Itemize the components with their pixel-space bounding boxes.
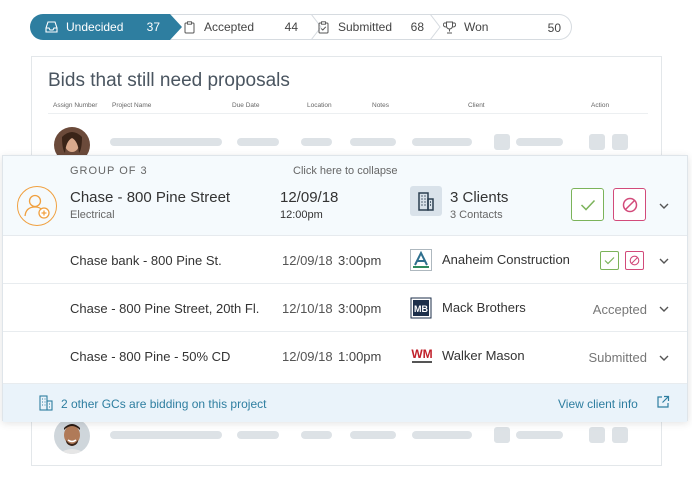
bid-pipeline: Undecided 37 Accepted 44 Submitted 68 Wo… bbox=[30, 14, 572, 40]
external-link-icon[interactable] bbox=[656, 395, 670, 409]
chevron-down-icon[interactable] bbox=[658, 255, 670, 267]
group-project-title: Chase - 800 Pine Street bbox=[70, 189, 231, 206]
other-gcs-bidding-text: 2 other GCs are bidding on this project bbox=[61, 397, 267, 411]
stage-won-count: 50 bbox=[547, 21, 561, 35]
view-client-info-link[interactable]: View client info bbox=[558, 397, 638, 411]
chevron-down-icon[interactable] bbox=[658, 352, 670, 364]
trophy-icon bbox=[442, 20, 456, 34]
stage-submitted-label: Submitted bbox=[338, 20, 393, 34]
placeholder-square bbox=[612, 427, 628, 443]
column-header-action: Action bbox=[591, 102, 610, 109]
group-bid-row[interactable]: Chase - 800 Pine - 50% CD 12/09/18 1:00p… bbox=[3, 332, 687, 384]
bid-due-time: 3:00pm bbox=[338, 301, 382, 316]
column-header-project: Project Name bbox=[112, 102, 152, 109]
anaheim-logo-icon bbox=[410, 249, 432, 271]
bid-status: Submitted bbox=[588, 350, 647, 365]
header-divider bbox=[48, 113, 648, 114]
bid-client-name: Walker Mason bbox=[442, 348, 525, 363]
add-user-group-icon bbox=[17, 186, 57, 226]
bid-group-panel: GROUP OF 3 Click here to collapse Chase … bbox=[2, 155, 688, 422]
inbox-icon bbox=[44, 20, 58, 34]
block-icon bbox=[622, 197, 637, 212]
placeholder-bar bbox=[110, 138, 222, 146]
placeholder-square bbox=[494, 427, 510, 443]
placeholder-square bbox=[612, 134, 628, 150]
group-count-label: GROUP OF 3 bbox=[70, 165, 148, 177]
column-header-notes: Notes bbox=[372, 102, 389, 109]
block-icon bbox=[629, 255, 640, 266]
group-due-date: 12/09/18 bbox=[280, 189, 339, 206]
stage-accepted-label: Accepted bbox=[204, 20, 255, 34]
placeholder-bar bbox=[237, 431, 279, 439]
wm-logo-icon: WM bbox=[410, 345, 433, 367]
group-header[interactable]: GROUP OF 3 Click here to collapse Chase … bbox=[3, 156, 687, 236]
placeholder-square bbox=[494, 134, 510, 150]
accept-button[interactable] bbox=[571, 188, 604, 221]
bid-due-date: 12/10/18 bbox=[282, 301, 333, 316]
bid-project-name: Chase - 800 Pine Street, 20th Fl. bbox=[70, 301, 260, 316]
buildings-icon bbox=[39, 395, 53, 411]
stage-undecided[interactable]: Undecided 37 bbox=[30, 14, 182, 40]
group-contact-count: 3 Contacts bbox=[450, 209, 503, 221]
bid-due-time: 3:00pm bbox=[338, 253, 382, 268]
stage-won[interactable]: Won 50 bbox=[436, 14, 572, 40]
building-icon bbox=[410, 186, 442, 216]
svg-text:MB: MB bbox=[414, 304, 428, 314]
chevron-down-icon[interactable] bbox=[658, 303, 670, 315]
placeholder-bar bbox=[237, 138, 279, 146]
decline-button[interactable] bbox=[625, 251, 644, 270]
check-icon bbox=[580, 199, 595, 211]
bid-due-time: 1:00pm bbox=[338, 349, 382, 364]
clipboard-icon bbox=[182, 20, 196, 34]
bid-client-name: Mack Brothers bbox=[442, 300, 526, 315]
column-header-due: Due Date bbox=[232, 102, 260, 109]
bid-due-date: 12/09/18 bbox=[282, 253, 333, 268]
bid-status: Accepted bbox=[592, 302, 647, 317]
placeholder-bar bbox=[516, 431, 563, 439]
svg-text:WM: WM bbox=[411, 347, 432, 361]
stage-accepted[interactable]: Accepted 44 bbox=[176, 14, 308, 40]
stage-won-label: Won bbox=[464, 20, 489, 34]
column-header-assign: Assign Number bbox=[53, 102, 98, 109]
placeholder-square bbox=[589, 134, 605, 150]
group-footer: 2 other GCs are bidding on this project … bbox=[3, 384, 687, 422]
page-title: Bids that still need proposals bbox=[48, 70, 290, 91]
placeholder-bar bbox=[350, 138, 396, 146]
stage-submitted-count: 68 bbox=[410, 20, 424, 34]
collapse-link[interactable]: Click here to collapse bbox=[293, 165, 398, 177]
group-bid-row[interactable]: Chase bank - 800 Pine St. 12/09/18 3:00p… bbox=[3, 236, 687, 284]
placeholder-bar bbox=[412, 138, 472, 146]
placeholder-bar bbox=[350, 431, 396, 439]
group-client-count: 3 Clients bbox=[450, 189, 509, 206]
stage-submitted[interactable]: Submitted 68 bbox=[310, 14, 434, 40]
clipboard-check-icon bbox=[316, 20, 330, 34]
column-header-location: Location bbox=[307, 102, 332, 109]
placeholder-bar bbox=[301, 431, 332, 439]
bid-due-date: 12/09/18 bbox=[282, 349, 333, 364]
group-trade: Electrical bbox=[70, 209, 115, 221]
placeholder-square bbox=[589, 427, 605, 443]
decline-button[interactable] bbox=[613, 188, 646, 221]
chevron-down-icon[interactable] bbox=[658, 200, 670, 212]
placeholder-bar bbox=[516, 138, 563, 146]
mb-logo-icon: MB bbox=[410, 297, 432, 319]
stage-undecided-label: Undecided bbox=[66, 20, 124, 34]
placeholder-bar bbox=[110, 431, 222, 439]
accept-button[interactable] bbox=[600, 251, 619, 270]
placeholder-bar bbox=[412, 431, 472, 439]
stage-undecided-count: 37 bbox=[146, 20, 160, 34]
stage-accepted-count: 44 bbox=[284, 20, 298, 34]
column-header-client: Client bbox=[468, 102, 485, 109]
bid-project-name: Chase bank - 800 Pine St. bbox=[70, 253, 222, 268]
bid-client-name: Anaheim Construction bbox=[442, 252, 570, 267]
group-bid-row[interactable]: Chase - 800 Pine Street, 20th Fl. 12/10/… bbox=[3, 284, 687, 332]
placeholder-bar bbox=[301, 138, 332, 146]
avatar bbox=[54, 418, 90, 454]
bid-project-name: Chase - 800 Pine - 50% CD bbox=[70, 349, 231, 364]
group-due-time: 12:00pm bbox=[280, 209, 323, 221]
check-icon bbox=[604, 257, 615, 265]
